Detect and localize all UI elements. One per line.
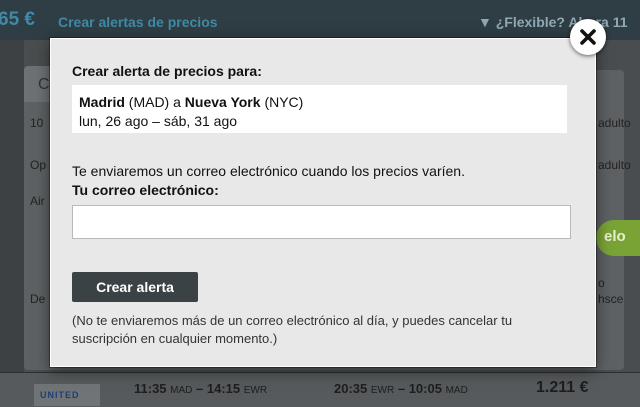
flexible-dates-toggle[interactable]: ▼ ¿Flexible? Ahora 11	[478, 14, 628, 30]
create-alert-button[interactable]: Crear alerta	[72, 272, 198, 302]
row-fragment: Op	[30, 158, 47, 172]
origin-code: (MAD)	[128, 94, 170, 110]
left-filter-column	[0, 40, 24, 406]
destination-code: (NYC)	[264, 94, 304, 110]
dialog-title: Crear alerta de precios para:	[72, 63, 262, 79]
header-price: 65 €	[0, 9, 35, 30]
flight-price: 1.211 €	[536, 379, 589, 396]
alert-info-text: Te enviaremos un correo electrónico cuan…	[72, 163, 465, 179]
return-times: 20:35 EWR – 10:05 MAD	[334, 381, 468, 396]
route-line: Madrid (MAD) a Nueva York (NYC)	[79, 93, 560, 112]
close-icon	[580, 29, 596, 45]
route-summary: Madrid (MAD) a Nueva York (NYC) lun, 26 …	[72, 85, 567, 133]
row-fragment: adulto	[598, 158, 631, 172]
select-flight-button[interactable]: elo	[596, 220, 640, 256]
unsubscribe-note: (No te enviaremos más de un correo elect…	[72, 313, 513, 346]
row-fragment: De	[30, 292, 46, 306]
close-dialog-button[interactable]	[570, 19, 606, 55]
email-field[interactable]	[72, 205, 571, 239]
origin-city: Madrid	[79, 94, 125, 110]
row-fragment: hsce	[598, 292, 624, 306]
email-label: Tu correo electrónico:	[72, 182, 219, 198]
row-fragment: 10	[30, 116, 44, 130]
travel-dates: lun, 26 ago – sáb, 31 ago	[79, 113, 238, 129]
row-fragment: Air	[30, 194, 45, 208]
create-alerts-link[interactable]: Crear alertas de precios	[58, 14, 218, 30]
results-tab[interactable]: C	[24, 66, 52, 102]
route-connector: a	[173, 94, 181, 110]
row-fragment: o	[598, 276, 605, 290]
outbound-times: 11:35 MAD – 14:15 EWR	[134, 381, 268, 396]
airline-logo: UNITED	[34, 384, 100, 406]
price-alert-dialog: Crear alerta de precios para: Madrid (MA…	[50, 38, 596, 367]
destination-city: Nueva York	[184, 94, 261, 110]
results-header-bar: 65 € Crear alertas de precios ▼ ¿Flexibl…	[0, 0, 640, 40]
row-fragment: adulto	[598, 116, 631, 130]
